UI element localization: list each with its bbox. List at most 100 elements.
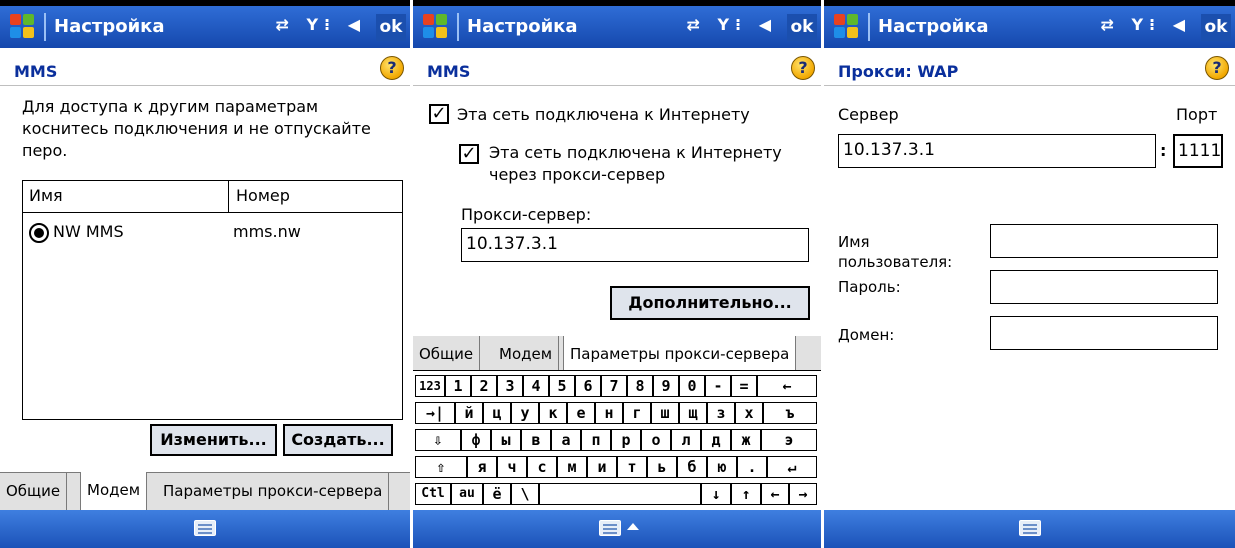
- key[interactable]: й: [455, 402, 483, 424]
- list-item[interactable]: NW MMS mms.nw: [23, 221, 402, 245]
- key[interactable]: ю: [707, 456, 737, 478]
- domain-input[interactable]: [990, 316, 1218, 350]
- left-arrow-key[interactable]: ←: [761, 483, 789, 505]
- tab-key[interactable]: →|: [415, 402, 455, 424]
- column-header-number[interactable]: Номер: [230, 181, 402, 212]
- caps-key[interactable]: ⇩: [415, 429, 461, 451]
- password-input[interactable]: [990, 270, 1218, 304]
- key[interactable]: д: [701, 429, 731, 451]
- keyboard-icon[interactable]: [599, 520, 621, 536]
- key[interactable]: 0: [679, 375, 705, 397]
- tab-proxy-settings[interactable]: Параметры прокси-сервера: [157, 473, 390, 512]
- radio-selected-icon[interactable]: [29, 223, 49, 243]
- keyboard-icon[interactable]: [194, 520, 216, 536]
- key[interactable]: .: [737, 456, 767, 478]
- key[interactable]: э: [761, 429, 817, 451]
- down-arrow-key[interactable]: ↓: [701, 483, 731, 505]
- help-icon[interactable]: ?: [1205, 56, 1229, 80]
- help-icon[interactable]: ?: [791, 56, 815, 80]
- key[interactable]: ч: [497, 456, 527, 478]
- tab-general[interactable]: Общие: [413, 336, 481, 370]
- tab-proxy-settings[interactable]: Параметры прокси-сервера: [563, 336, 797, 371]
- advanced-button[interactable]: Дополнительно...: [610, 286, 810, 320]
- accent-key[interactable]: au: [451, 483, 483, 505]
- key[interactable]: г: [623, 402, 651, 424]
- instruction-line-3: перо.: [22, 141, 68, 160]
- tab-modem[interactable]: Модем: [80, 472, 148, 513]
- key[interactable]: о: [641, 429, 671, 451]
- key[interactable]: и: [587, 456, 617, 478]
- key[interactable]: 2: [471, 375, 497, 397]
- proxy-server-input[interactable]: 10.137.3.1: [461, 228, 809, 262]
- internet-checkbox[interactable]: ✓: [429, 104, 449, 124]
- key[interactable]: ь: [647, 456, 677, 478]
- keyboard-icon[interactable]: [1019, 520, 1041, 536]
- system-status-icons[interactable]: ⇄ Y⁝ ◀: [1100, 15, 1191, 34]
- port-input[interactable]: 1111: [1173, 134, 1223, 168]
- key[interactable]: м: [557, 456, 587, 478]
- key[interactable]: р: [611, 429, 641, 451]
- key[interactable]: ъ: [763, 402, 817, 424]
- key[interactable]: 9: [653, 375, 679, 397]
- ok-button[interactable]: ok: [376, 14, 406, 41]
- system-status-icons[interactable]: ⇄ Y⁝ ◀: [275, 15, 366, 34]
- key[interactable]: п: [581, 429, 611, 451]
- server-input[interactable]: 10.137.3.1: [838, 134, 1156, 168]
- key[interactable]: с: [527, 456, 557, 478]
- input-panel-arrow-icon[interactable]: [627, 523, 639, 530]
- key[interactable]: 3: [497, 375, 523, 397]
- tab-general[interactable]: Общие: [0, 473, 68, 512]
- help-icon[interactable]: ?: [380, 56, 404, 80]
- username-input[interactable]: [990, 224, 1218, 258]
- create-button[interactable]: Создать...: [283, 424, 393, 456]
- column-header-name[interactable]: Имя: [23, 181, 229, 212]
- key[interactable]: -: [705, 375, 731, 397]
- key[interactable]: щ: [679, 402, 707, 424]
- proxy-checkbox[interactable]: ✓: [459, 144, 479, 164]
- start-menu-icon[interactable]: [423, 14, 449, 40]
- key[interactable]: \: [511, 483, 539, 505]
- ok-button[interactable]: ok: [1201, 14, 1231, 41]
- key[interactable]: х: [735, 402, 763, 424]
- key[interactable]: ё: [483, 483, 511, 505]
- key[interactable]: а: [551, 429, 581, 451]
- key[interactable]: 7: [601, 375, 627, 397]
- key[interactable]: з: [707, 402, 735, 424]
- key[interactable]: ы: [491, 429, 521, 451]
- connections-list[interactable]: Имя Номер NW MMS mms.nw: [22, 180, 403, 420]
- key[interactable]: 4: [523, 375, 549, 397]
- key[interactable]: 1: [445, 375, 471, 397]
- right-arrow-key[interactable]: →: [789, 483, 817, 505]
- key[interactable]: н: [595, 402, 623, 424]
- key[interactable]: к: [539, 402, 567, 424]
- key[interactable]: ж: [731, 429, 761, 451]
- key[interactable]: =: [731, 375, 757, 397]
- key[interactable]: л: [671, 429, 701, 451]
- key[interactable]: ш: [651, 402, 679, 424]
- tab-modem[interactable]: Модем: [493, 336, 560, 370]
- space-key[interactable]: [539, 483, 701, 505]
- key[interactable]: я: [467, 456, 497, 478]
- shift-key[interactable]: ⇧: [415, 456, 467, 478]
- key[interactable]: ц: [483, 402, 511, 424]
- key[interactable]: 6: [575, 375, 601, 397]
- key[interactable]: 5: [549, 375, 575, 397]
- key[interactable]: б: [677, 456, 707, 478]
- key[interactable]: у: [511, 402, 539, 424]
- ok-button[interactable]: ok: [787, 14, 817, 41]
- ctrl-key[interactable]: Ctl: [415, 483, 451, 505]
- key[interactable]: в: [521, 429, 551, 451]
- up-arrow-key[interactable]: ↑: [731, 483, 761, 505]
- backspace-key[interactable]: ←: [757, 375, 817, 397]
- key[interactable]: е: [567, 402, 595, 424]
- key[interactable]: т: [617, 456, 647, 478]
- enter-key[interactable]: ↵: [767, 456, 817, 478]
- edit-button[interactable]: Изменить...: [150, 424, 277, 456]
- start-menu-icon[interactable]: [10, 14, 36, 40]
- key[interactable]: ф: [461, 429, 491, 451]
- key-123[interactable]: 123: [415, 375, 445, 397]
- system-status-icons[interactable]: ⇄ Y⁝ ◀: [686, 15, 777, 34]
- key[interactable]: 8: [627, 375, 653, 397]
- page-header: MMS ?: [413, 52, 821, 86]
- start-menu-icon[interactable]: [834, 14, 860, 40]
